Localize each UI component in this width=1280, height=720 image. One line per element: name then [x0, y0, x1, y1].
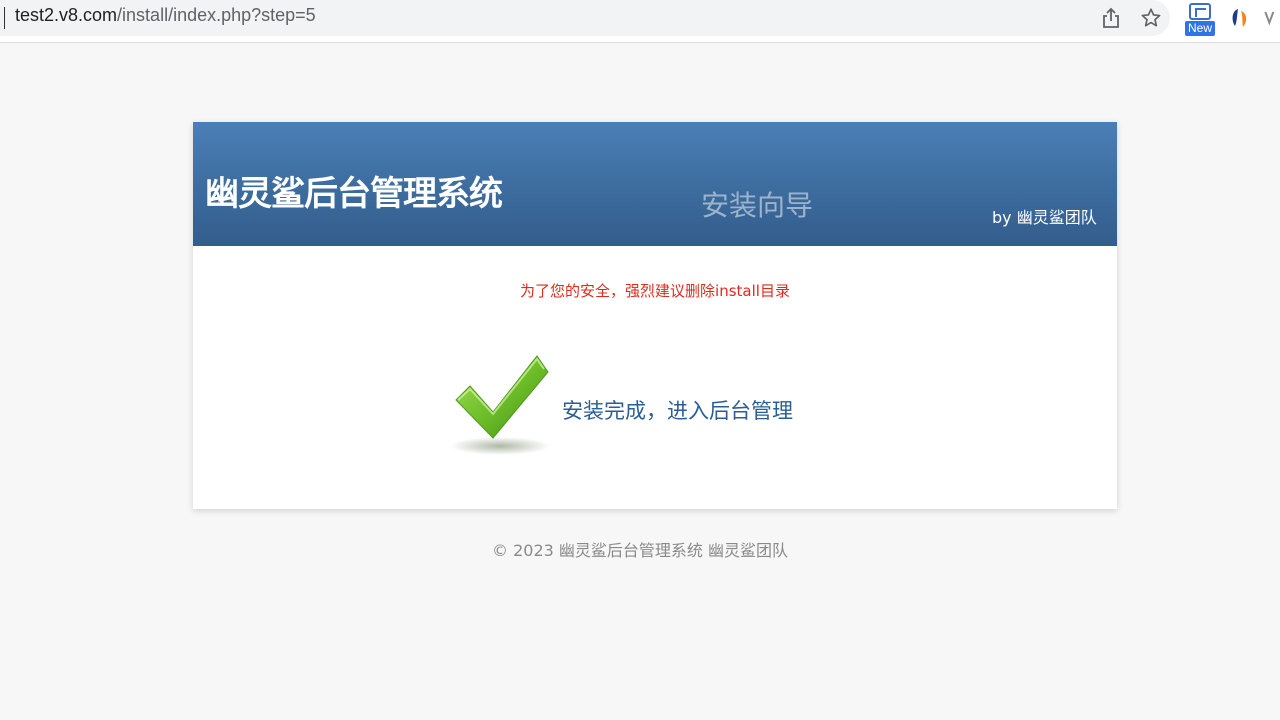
card-header: 幽灵鲨后台管理系统 安装向导 by 幽灵鲨团队 [193, 122, 1117, 246]
install-card: 幽灵鲨后台管理系统 安装向导 by 幽灵鲨团队 为了您的安全，强烈建议删除ins… [193, 122, 1117, 509]
extension-badge: New [1185, 21, 1216, 36]
browser-toolbar: test2.v8.com/install/index.php?step=5 Ne… [0, 0, 1280, 43]
share-icon[interactable] [1099, 6, 1123, 30]
enter-admin-link[interactable]: 安装完成，进入后台管理 [562, 395, 793, 425]
security-warning: 为了您的安全，强烈建议删除install目录 [520, 282, 790, 300]
text-caret [4, 7, 5, 29]
by-team: by 幽灵鲨团队 [992, 208, 1097, 227]
extension-frame [1189, 3, 1211, 20]
extension-new-icon[interactable]: New [1184, 2, 1216, 38]
check-icon [448, 350, 558, 460]
address-bar[interactable]: test2.v8.com/install/index.php?step=5 [0, 0, 1170, 36]
extension-v-icon[interactable] [1264, 6, 1280, 30]
footer-copyright: © 2023 幽灵鲨后台管理系统 幽灵鲨团队 [492, 541, 788, 560]
url-path: /install/index.php?step=5 [117, 5, 316, 25]
url-host: test2.v8.com [15, 5, 118, 25]
system-title: 幽灵鲨后台管理系统 [205, 174, 503, 214]
url-text[interactable]: test2.v8.com/install/index.php?step=5 [15, 5, 316, 26]
extension-logo-icon[interactable] [1228, 6, 1252, 30]
wizard-title: 安装向导 [701, 189, 814, 222]
star-icon[interactable] [1139, 6, 1163, 30]
